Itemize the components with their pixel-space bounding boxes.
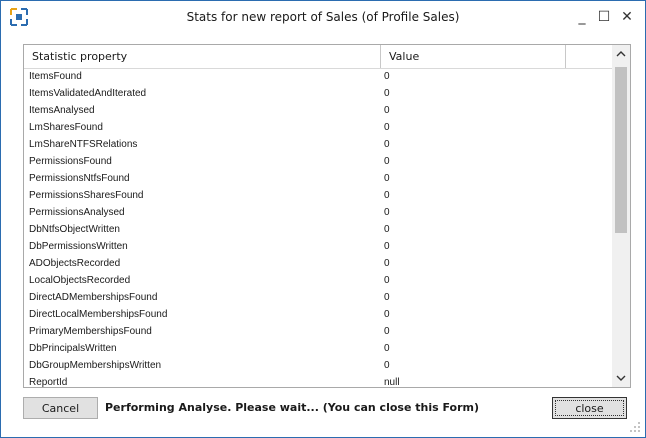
table-row[interactable]: DbPermissionsWritten 0 bbox=[24, 239, 612, 256]
grid-rows: ItemsFound 0 ItemsValidatedAndIterated 0 Ite… bbox=[24, 69, 612, 388]
cell-value: 0 bbox=[384, 224, 390, 235]
table-row[interactable]: ItemsAnalysed 0 bbox=[24, 103, 612, 120]
table-row[interactable]: PermissionsSharesFound 0 bbox=[24, 188, 612, 205]
table-row[interactable]: LmSharesFound 0 bbox=[24, 120, 612, 137]
scrollbar-thumb[interactable] bbox=[615, 67, 627, 233]
cell-property: PermissionsFound bbox=[29, 156, 112, 167]
table-row[interactable]: LmShareNTFSRelations 0 bbox=[24, 137, 612, 154]
table-row[interactable]: DirectADMembershipsFound 0 bbox=[24, 290, 612, 307]
cell-value: 0 bbox=[384, 71, 390, 82]
cell-property: ReportId bbox=[29, 377, 68, 388]
cell-value: 0 bbox=[384, 122, 390, 133]
cell-property: DirectADMembershipsFound bbox=[29, 292, 158, 303]
cell-value: 0 bbox=[384, 173, 390, 184]
cell-value: 0 bbox=[384, 88, 390, 99]
cell-value: 0 bbox=[384, 275, 390, 286]
cell-value: 0 bbox=[384, 139, 390, 150]
cell-property: LmShareNTFSRelations bbox=[29, 139, 138, 150]
cell-value: 0 bbox=[384, 292, 390, 303]
vertical-scrollbar[interactable] bbox=[612, 45, 630, 387]
close-button[interactable]: close bbox=[552, 397, 627, 419]
table-row[interactable]: PermissionsFound 0 bbox=[24, 154, 612, 171]
table-row[interactable]: LocalObjectsRecorded 0 bbox=[24, 273, 612, 290]
cell-value: 0 bbox=[384, 326, 390, 337]
cell-value: null bbox=[384, 377, 400, 388]
cell-property: DbPermissionsWritten bbox=[29, 241, 128, 252]
window-title: Stats for new report of Sales (of Profil… bbox=[186, 10, 460, 24]
title-bar[interactable]: Stats for new report of Sales (of Profil… bbox=[1, 1, 645, 37]
cell-property: ItemsAnalysed bbox=[29, 105, 95, 116]
table-row[interactable]: ItemsValidatedAndIterated 0 bbox=[24, 86, 612, 103]
stats-grid[interactable]: Statistic property Value ItemsFound 0 Item… bbox=[23, 44, 631, 388]
resize-grip-icon[interactable] bbox=[629, 421, 641, 433]
cell-property: ItemsValidatedAndIterated bbox=[29, 88, 147, 99]
table-row[interactable]: ItemsFound 0 bbox=[24, 69, 612, 86]
cell-property: PrimaryMembershipsFound bbox=[29, 326, 152, 337]
column-header-property[interactable]: Statistic property bbox=[24, 45, 381, 68]
cell-property: ADObjectsRecorded bbox=[29, 258, 121, 269]
cell-property: LocalObjectsRecorded bbox=[29, 275, 131, 286]
cell-value: 0 bbox=[384, 360, 390, 371]
table-row[interactable]: PermissionsNtfsFound 0 bbox=[24, 171, 612, 188]
column-header-value[interactable]: Value bbox=[381, 45, 566, 68]
cell-property: DbNtfsObjectWritten bbox=[29, 224, 120, 235]
cell-property: DbPrincipalsWritten bbox=[29, 343, 117, 354]
stats-dialog: Stats for new report of Sales (of Profil… bbox=[0, 0, 646, 438]
cell-value: 0 bbox=[384, 258, 390, 269]
cell-property: DirectLocalMembershipsFound bbox=[29, 309, 168, 320]
status-message: Performing Analyse. Please wait... (You … bbox=[105, 401, 480, 414]
cell-property: PermissionsAnalysed bbox=[29, 207, 125, 218]
table-row[interactable]: DbPrincipalsWritten 0 bbox=[24, 341, 612, 358]
cell-property: PermissionsSharesFound bbox=[29, 190, 144, 201]
close-window-button[interactable]: ✕ bbox=[613, 5, 641, 29]
cell-value: 0 bbox=[384, 156, 390, 167]
cell-value: 0 bbox=[384, 207, 390, 218]
table-row[interactable]: PrimaryMembershipsFound 0 bbox=[24, 324, 612, 341]
scroll-down-icon[interactable] bbox=[612, 369, 630, 387]
cell-value: 0 bbox=[384, 241, 390, 252]
grid-header: Statistic property Value bbox=[24, 45, 612, 69]
cell-value: 0 bbox=[384, 105, 390, 116]
cell-value: 0 bbox=[384, 343, 390, 354]
cancel-button[interactable]: Cancel bbox=[23, 397, 98, 419]
table-row[interactable]: PermissionsAnalysed 0 bbox=[24, 205, 612, 222]
scroll-up-icon[interactable] bbox=[612, 45, 630, 63]
table-row[interactable]: DbGroupMembershipsWritten 0 bbox=[24, 358, 612, 375]
cell-property: PermissionsNtfsFound bbox=[29, 173, 130, 184]
table-row[interactable]: DbNtfsObjectWritten 0 bbox=[24, 222, 612, 239]
cell-property: DbGroupMembershipsWritten bbox=[29, 360, 162, 371]
cell-property: ItemsFound bbox=[29, 71, 82, 82]
table-row[interactable]: ReportId null bbox=[24, 375, 612, 388]
cell-value: 0 bbox=[384, 190, 390, 201]
table-row[interactable]: ADObjectsRecorded 0 bbox=[24, 256, 612, 273]
cell-value: 0 bbox=[384, 309, 390, 320]
table-row[interactable]: DirectLocalMembershipsFound 0 bbox=[24, 307, 612, 324]
focus-rectangle bbox=[555, 400, 624, 416]
cell-property: LmSharesFound bbox=[29, 122, 103, 133]
